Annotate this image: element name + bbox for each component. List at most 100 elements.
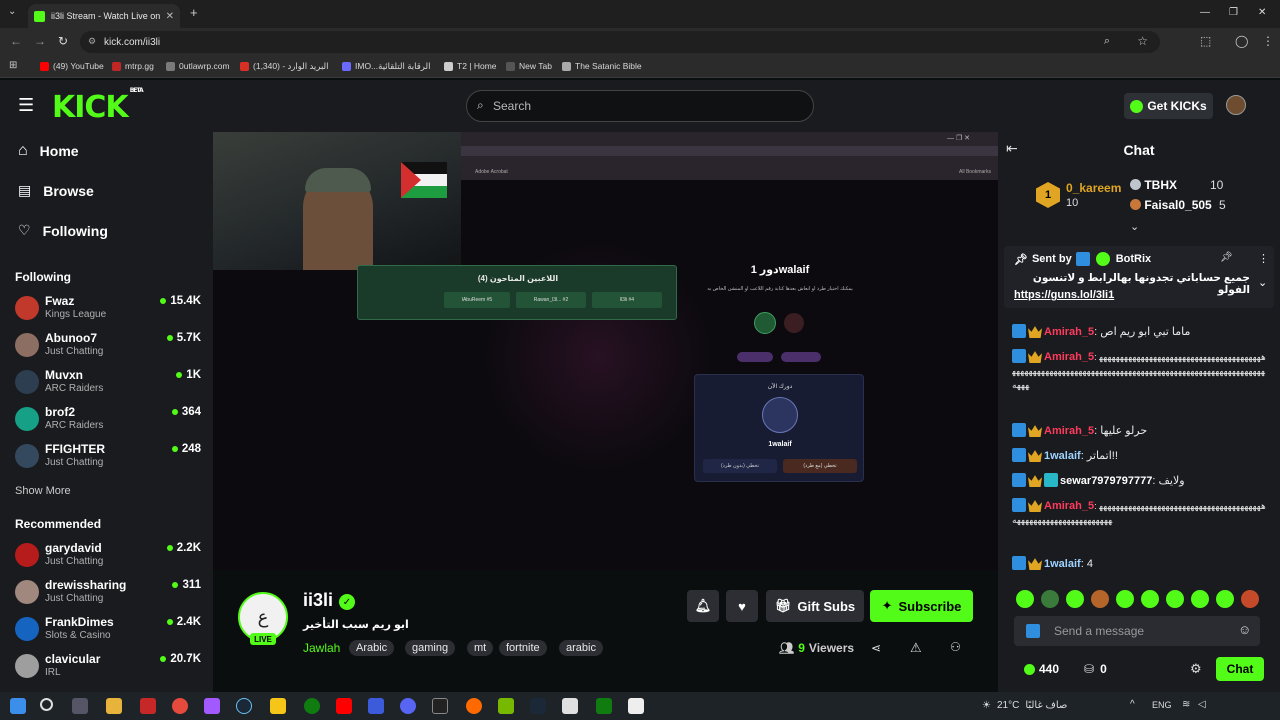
kicks-balance[interactable]: 440 (1024, 662, 1059, 676)
terminal-icon[interactable] (432, 698, 448, 714)
wifi-icon[interactable]: ≋ (1182, 699, 1190, 710)
calendar-icon[interactable] (562, 698, 578, 714)
discord-icon[interactable] (400, 698, 416, 714)
bookmark-star-icon[interactable]: ☆ (1137, 34, 1148, 48)
leaderboard-second[interactable]: TBHX (1130, 178, 1240, 194)
browser-tab[interactable]: ii3li Stream - Watch Live on Kick ✕ (28, 4, 180, 28)
windows-start-icon[interactable] (10, 698, 26, 714)
search-input[interactable]: ⌕ Search (466, 90, 814, 122)
nvidia-icon[interactable] (498, 698, 514, 714)
recommended-channel[interactable]: garydavid Just Chatting 2.2K (15, 539, 201, 573)
channel-points[interactable]: ⛁ 0 (1084, 662, 1107, 676)
pinned-message[interactable]: 📌︎ Sent by BotRix 📌︎ ⋮ جميع حساباتي تجدو… (1004, 246, 1274, 308)
apps-grid-icon[interactable]: ⊞ (9, 60, 17, 71)
address-bar[interactable]: ⚙ kick.com/ii3li ⌕ ☆ (80, 31, 1160, 53)
following-channel[interactable]: brof2 ARC Raiders 364 (15, 403, 201, 437)
steam-app-icon[interactable] (530, 698, 546, 714)
pinned-options-icon[interactable]: ⋮ (1258, 252, 1269, 265)
menu-kebab-icon[interactable]: ⋮ (1262, 34, 1274, 48)
rockstar-icon[interactable] (270, 698, 286, 714)
kick-logo[interactable]: KICK BETA (52, 87, 144, 125)
recommended-channel[interactable]: clavicular IRL 20.7K (15, 650, 201, 684)
search-icon[interactable] (40, 698, 53, 711)
tab-list-icon[interactable]: ⌄ (8, 6, 16, 17)
app-icon[interactable] (368, 698, 384, 714)
unpin-icon[interactable]: 📌︎ (1220, 252, 1233, 263)
category-link[interactable]: Jawlah (303, 641, 340, 655)
following-channel[interactable]: FFIGHTER Just Chatting 248 (15, 440, 201, 474)
bookmark-item[interactable]: IMO...الرقابة التلقائية (342, 61, 430, 72)
video-player[interactable]: Adobe Acrobat All Bookmarks — ❐ ✕ اللاعب… (213, 132, 998, 570)
tray-arrow-icon[interactable]: ^ (1130, 699, 1135, 710)
acrobat-icon[interactable] (140, 698, 156, 714)
restore-icon[interactable]: ❐ (1229, 7, 1238, 18)
following-channel[interactable]: Fwaz Kings League 15.4K (15, 292, 201, 326)
emote-icon[interactable] (1016, 590, 1034, 608)
bookmark-item[interactable]: New Tab (506, 61, 552, 71)
xbox-app-icon[interactable] (596, 698, 612, 714)
forward-icon[interactable]: → (34, 34, 46, 48)
emote-icon[interactable] (1066, 590, 1084, 608)
minimize-icon[interactable]: — (1200, 7, 1210, 18)
leaderboard-first[interactable]: 1 0_kareem 10 (1036, 180, 1126, 210)
tag-chip[interactable]: arabic (559, 640, 603, 656)
document-icon[interactable] (628, 698, 644, 714)
nav-following[interactable]: ♡ Following (18, 222, 108, 239)
subscribe-button[interactable]: ✦ Subscribe (870, 590, 973, 622)
profile-icon[interactable]: ◯ (1235, 34, 1248, 48)
emoji-picker-icon[interactable]: ☺ (1238, 622, 1251, 637)
emote-icon[interactable] (1241, 590, 1259, 608)
expand-pinned-icon[interactable]: ⌄ (1258, 276, 1267, 289)
following-channel[interactable]: Muvxn ARC Raiders 1K (15, 366, 201, 400)
weather-widget[interactable]: ☀ 21°C صاف غالبًا (982, 700, 1067, 711)
close-tab-icon[interactable]: ✕ (166, 11, 174, 22)
bookmark-item[interactable]: (49) YouTube (40, 61, 104, 71)
bookmark-item[interactable]: 0utlawrp.com (166, 61, 230, 71)
close-window-icon[interactable]: ✕ (1258, 7, 1266, 18)
task-view-icon[interactable] (72, 698, 88, 714)
show-more-link[interactable]: Show More (15, 485, 71, 497)
chat-settings-icon[interactable]: ⚙ (1190, 661, 1202, 677)
emote-icon[interactable] (1216, 590, 1234, 608)
tag-chip[interactable]: fortnite (499, 640, 547, 656)
pinned-link[interactable]: https://guns.lol/3li1 (1014, 289, 1114, 301)
emote-icon[interactable] (1141, 590, 1159, 608)
volume-icon[interactable]: ◁ (1198, 699, 1206, 710)
bookmark-item[interactable]: T2 | Home (444, 61, 497, 71)
expand-leaderboard-icon[interactable]: ⌄ (1130, 220, 1139, 233)
get-kicks-button[interactable]: Get KICKs (1124, 93, 1213, 119)
share-icon[interactable]: ⋖ (871, 641, 881, 655)
emote-icon[interactable] (1191, 590, 1209, 608)
follow-heart-button[interactable]: ♥ (726, 590, 758, 622)
send-chat-button[interactable]: Chat (1216, 657, 1264, 681)
xbox-icon[interactable] (304, 698, 320, 714)
reload-icon[interactable]: ↻ (58, 34, 68, 48)
nav-browse[interactable]: ▤ Browse (18, 182, 94, 199)
bookmark-item[interactable]: The Satanic Bible (562, 61, 642, 71)
bookmark-item[interactable]: mtrp.gg (112, 61, 154, 71)
file-explorer-icon[interactable] (106, 698, 122, 714)
chat-message-input[interactable]: Send a message ☺ (1014, 616, 1260, 646)
tag-chip[interactable]: mt (467, 640, 494, 656)
emote-icon[interactable] (1116, 590, 1134, 608)
tag-chip[interactable]: Arabic (349, 640, 395, 656)
tag-chip[interactable]: gaming (405, 640, 456, 656)
user-avatar[interactable] (1226, 95, 1246, 115)
language-indicator[interactable]: ENG (1152, 700, 1172, 710)
following-channel[interactable]: Abunoo7 Just Chatting 5.7K (15, 329, 201, 363)
recommended-channel[interactable]: drewissharing Just Chatting 311 (15, 576, 201, 610)
steam-icon[interactable] (236, 698, 252, 714)
back-icon[interactable]: ← (10, 34, 22, 48)
figma-icon[interactable] (204, 698, 220, 714)
chrome-icon[interactable] (172, 698, 188, 714)
gift-subs-button[interactable]: 🎁︎ Gift Subs (766, 590, 864, 622)
new-tab-icon[interactable]: + (190, 5, 198, 20)
emote-icon[interactable] (1091, 590, 1109, 608)
nav-home[interactable]: ⌂ Home (18, 142, 79, 160)
channel-name[interactable]: ii3li (303, 590, 333, 611)
notification-bell-button[interactable]: 🔔︎ (687, 590, 719, 622)
steelseries-icon[interactable] (466, 698, 482, 714)
bookmark-item[interactable]: البريد الوارد - (1,340) (240, 61, 329, 72)
emote-icon[interactable] (1041, 590, 1059, 608)
emote-icon[interactable] (1166, 590, 1184, 608)
